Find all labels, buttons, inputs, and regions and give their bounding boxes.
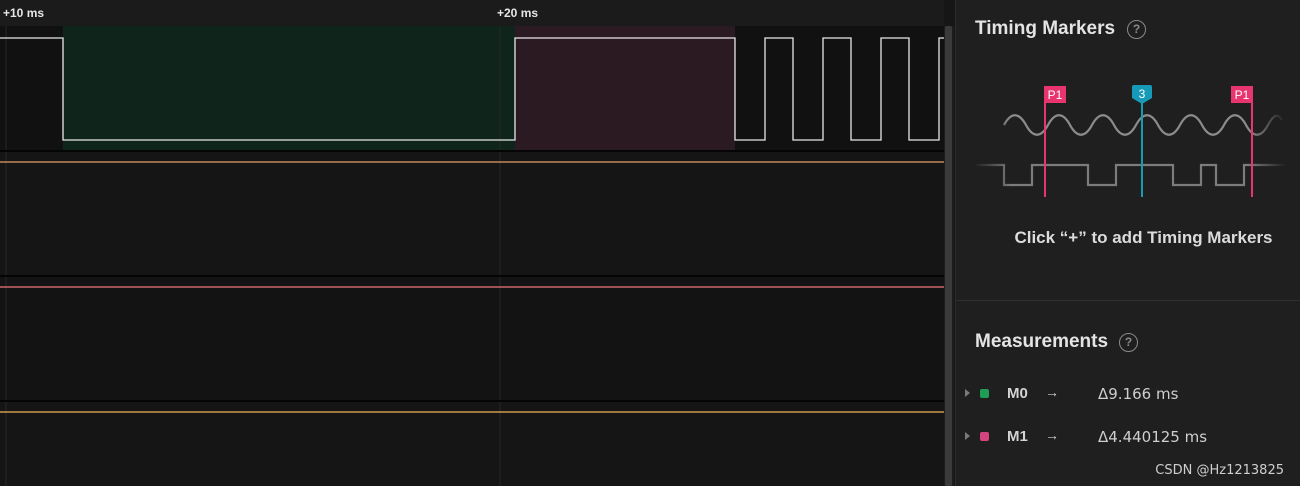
timing-markers-section: Timing Markers ? P1 3 P1 Click “+” to ad… [956, 0, 1300, 301]
channel-1-row[interactable] [0, 151, 944, 276]
measurement-value: Δ4.440125 ms [1098, 428, 1208, 446]
help-icon[interactable]: ? [1119, 333, 1138, 352]
measurement-row-m0[interactable]: M0 → Δ9.166 ms [956, 381, 1300, 411]
scrollbar-thumb[interactable] [945, 26, 952, 486]
arrow-right-icon: → [1045, 384, 1059, 400]
arrow-right-icon: → [1045, 427, 1059, 443]
channel-2-row[interactable] [0, 276, 944, 401]
side-panel: Timing Markers ? P1 3 P1 Click “+” to ad… [955, 0, 1300, 486]
measurement-m1-highlight[interactable] [515, 26, 735, 151]
vertical-scrollbar[interactable] [944, 26, 954, 486]
measurement-color-swatch [980, 389, 989, 398]
timing-markers-illustration: P1 3 P1 [974, 80, 1286, 205]
watermark: CSDN @Hz1213825 [1155, 463, 1284, 478]
measurement-name: M0 [1007, 385, 1028, 402]
marker-tag-3: 3 [1139, 87, 1146, 101]
expand-caret-icon[interactable] [965, 432, 970, 440]
time-tick-label: +20 ms [497, 6, 539, 20]
timing-markers-title: Timing Markers [975, 18, 1116, 39]
measurement-m0-highlight[interactable] [63, 26, 515, 151]
measurement-name: M1 [1007, 428, 1028, 445]
help-icon[interactable]: ? [1127, 20, 1146, 39]
timing-markers-hint: Click “+” to add Timing Markers [1014, 228, 1273, 247]
waveform-viewer[interactable]: +10 ms +20 ms [0, 0, 944, 486]
measurements-section: Measurements ? M0 → Δ9.166 ms M1 → Δ4.44… [956, 301, 1300, 486]
waveform-canvas[interactable] [0, 0, 944, 486]
expand-caret-icon[interactable] [965, 389, 970, 397]
measurement-value: Δ9.166 ms [1098, 385, 1179, 403]
measurements-title: Measurements [975, 331, 1109, 352]
measurement-color-swatch [980, 432, 989, 441]
time-tick-label: +10 ms [3, 6, 45, 20]
channel-3-row[interactable] [0, 401, 944, 486]
time-ruler[interactable]: +10 ms +20 ms [0, 0, 944, 26]
marker-tag-p1: P1 [1235, 88, 1250, 102]
measurement-row-m1[interactable]: M1 → Δ4.440125 ms [956, 424, 1300, 454]
marker-tag-p1: P1 [1048, 88, 1063, 102]
